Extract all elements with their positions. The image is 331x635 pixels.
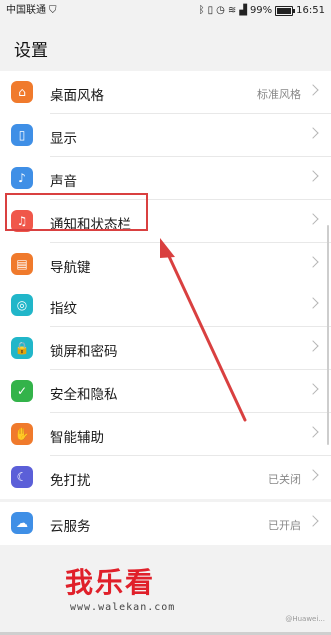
- fingerprint-icon: ◎: [11, 294, 33, 316]
- moon-icon: ☾: [11, 466, 33, 488]
- settings-group: ⌂ 桌面风格 标准风格 ▯ 显示 ♪ 声音 ♫ 通知和状态栏 ▤ 导航键: [0, 71, 331, 286]
- settings-row[interactable]: ♫ 通知和状态栏: [0, 200, 331, 243]
- settings-row-label: 显示: [50, 131, 77, 147]
- scrollbar[interactable]: [327, 225, 329, 445]
- watermark-corner-text: @Huawei...: [285, 615, 325, 623]
- settings-row-label: 智能辅助: [50, 430, 104, 446]
- settings-row[interactable]: ⌂ 桌面风格 标准风格: [0, 71, 331, 114]
- chevron-right-icon: [307, 340, 319, 352]
- settings-row[interactable]: ✋ 智能辅助: [0, 413, 331, 456]
- chevron-right-icon: [307, 426, 319, 438]
- settings-row-label: 导航键: [50, 260, 91, 276]
- clock-time: 16:51: [296, 5, 325, 16]
- battery-percent: 99%: [249, 5, 273, 16]
- settings-row[interactable]: ▤ 导航键: [0, 243, 331, 286]
- cloud-icon: ☁: [11, 512, 33, 534]
- settings-row-value: 标准风格: [257, 88, 301, 101]
- settings-row-label: 声音: [50, 174, 77, 190]
- chevron-right-icon: [307, 127, 319, 139]
- chevron-right-icon: [307, 213, 319, 225]
- alarm-icon: ◷: [216, 5, 225, 16]
- settings-row[interactable]: ▯ 显示: [0, 114, 331, 157]
- navigation-keys-icon: ▤: [11, 253, 33, 275]
- chevron-right-icon: [307, 84, 319, 96]
- settings-row[interactable]: ☁ 云服务 已开启: [0, 502, 331, 545]
- settings-row-value: 已关闭: [268, 473, 301, 486]
- settings-row[interactable]: ✓ 安全和隐私: [0, 370, 331, 413]
- settings-row-label: 桌面风格: [50, 88, 104, 104]
- chevron-right-icon: [307, 469, 319, 481]
- chevron-right-icon: [307, 297, 319, 309]
- chevron-right-icon: [307, 256, 319, 268]
- settings-row-label: 锁屏和密码: [50, 344, 118, 360]
- home-icon: ⌂: [11, 81, 33, 103]
- settings-row-label: 安全和隐私: [50, 387, 118, 403]
- lock-icon: 🔒: [11, 337, 33, 359]
- settings-row-value: 已开启: [268, 519, 301, 532]
- settings-row-label: 通知和状态栏: [50, 217, 131, 233]
- vibrate-icon: ▯: [207, 5, 214, 16]
- chevron-right-icon: [307, 170, 319, 182]
- bell-icon: ♫: [11, 210, 33, 232]
- settings-row[interactable]: ♪ 声音: [0, 157, 331, 200]
- carrier-label: 中国联通: [6, 5, 46, 16]
- status-bar: 中国联通 ⛉ ᛒ ▯ ◷ ≋ ▟ 99% 16:51: [0, 0, 331, 24]
- hand-icon: ✋: [11, 423, 33, 445]
- settings-row[interactable]: 🔒 锁屏和密码: [0, 327, 331, 370]
- settings-row[interactable]: ◎ 指纹: [0, 284, 331, 327]
- watermark-url: www.walekan.com: [70, 602, 176, 613]
- chevron-right-icon: [307, 515, 319, 527]
- signal-icon: ▟: [239, 5, 247, 16]
- settings-row-label: 指纹: [50, 301, 77, 317]
- phone-display-icon: ▯: [11, 124, 33, 146]
- settings-group: ☁ 云服务 已开启: [0, 502, 331, 545]
- bluetooth-icon: ᛒ: [198, 5, 205, 16]
- chevron-right-icon: [307, 383, 319, 395]
- settings-row[interactable]: ☾ 免打扰 已关闭: [0, 456, 331, 499]
- wifi-icon: ≋: [227, 5, 237, 16]
- settings-group: ◎ 指纹 🔒 锁屏和密码 ✓ 安全和隐私 ✋ 智能辅助 ☾ 免打扰 已关闭: [0, 284, 331, 499]
- settings-row-label: 云服务: [50, 519, 91, 535]
- settings-row-label: 免打扰: [50, 473, 91, 489]
- watermark: 我乐看 www.walekan.com @Huawei...: [0, 555, 331, 635]
- page-title: 设置: [14, 41, 48, 61]
- shield-check-icon: ✓: [11, 380, 33, 402]
- watermark-logo: 我乐看: [65, 566, 156, 599]
- speaker-icon: ♪: [11, 167, 33, 189]
- shield-icon: ⛉: [49, 5, 57, 16]
- battery-icon: [275, 6, 296, 16]
